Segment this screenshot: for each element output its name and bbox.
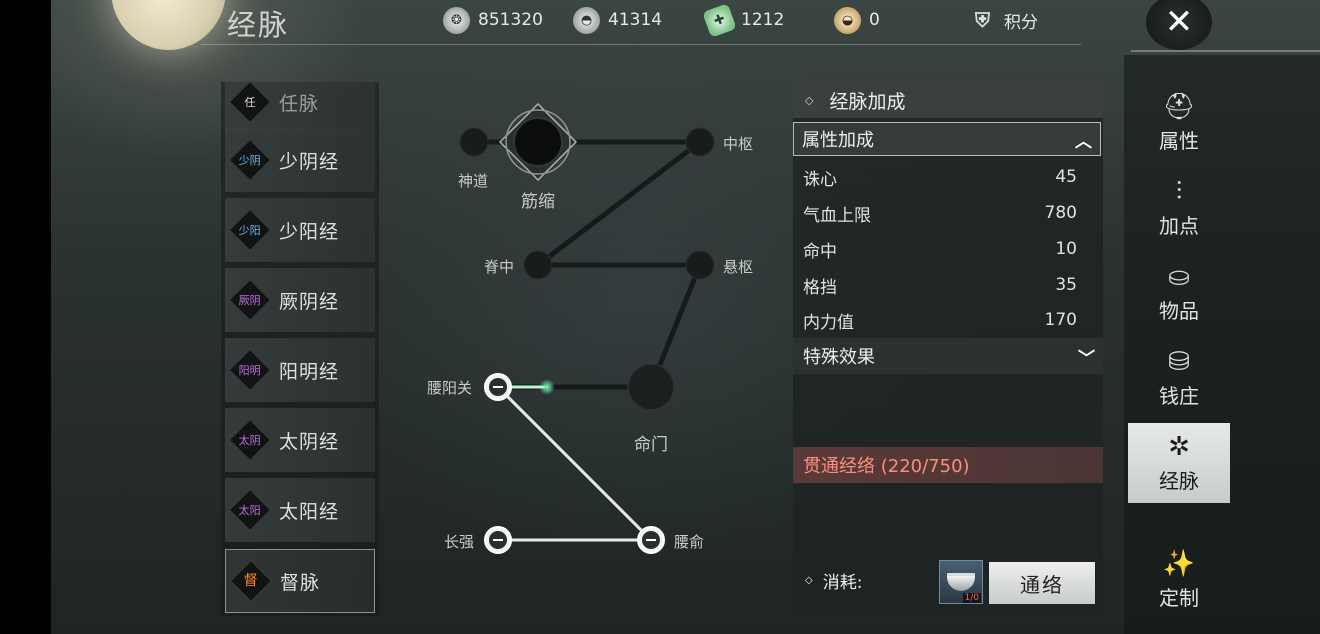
attribute-bonus-label: 属性加成	[802, 130, 874, 151]
panel-title: ◇ 经脉加成	[793, 82, 1103, 118]
meridian-bonus-panel: ◇ 经脉加成 属性加成 ︿ 诛心 45 气血上限 780 命中 10 格挡 35…	[793, 82, 1103, 616]
node-mingmen	[627, 363, 675, 411]
stat-row: 气血上限 780	[793, 195, 1103, 231]
node-yaoyangguan	[484, 373, 512, 401]
stat-value: 170	[1044, 310, 1077, 330]
stat-row: 诛心 45	[793, 159, 1103, 195]
meridian-icon: ✲	[1168, 431, 1190, 462]
stat-name: 气血上限	[803, 205, 871, 226]
sidebar-item-label: 加点	[1159, 213, 1199, 238]
stat-value: 35	[1055, 275, 1077, 295]
active-links	[496, 385, 653, 542]
node-label-changqiang[interactable]: 长强	[444, 531, 474, 552]
game-screen: 经脉 ❂ 851320 ◓ 41314 ✚ 1212 ◒ 0 ⛨ 积分 ✕ 任 …	[51, 0, 1320, 634]
stat-name: 格挡	[803, 277, 837, 298]
attribute-bonus-header[interactable]: 属性加成 ︿	[793, 122, 1101, 156]
node-changqiang	[484, 526, 512, 554]
diamond-icon: ◇	[805, 575, 813, 586]
special-effect-header[interactable]: 特殊效果 ﹀	[793, 338, 1103, 374]
cost-quantity: 1/0	[962, 593, 981, 603]
sidebar-item-points[interactable]: ⫶ 加点	[1128, 168, 1230, 248]
bag-icon: ⛀	[1168, 261, 1190, 292]
stat-row: 命中 10	[793, 231, 1103, 267]
sidebar-item-attributes[interactable]: ⛑ 属性	[1128, 83, 1230, 163]
node-shendao	[459, 127, 489, 157]
sidebar-item-bank[interactable]: ⛁ 钱庄	[1128, 338, 1230, 418]
sidebar-item-meridian[interactable]: ✲ 经脉	[1128, 423, 1230, 503]
progress-glow	[539, 379, 555, 395]
node-label-xuanshu[interactable]: 悬枢	[723, 256, 753, 277]
sidebar-item-label: 钱庄	[1159, 383, 1199, 408]
bowl-item-icon	[947, 573, 975, 591]
cost-item-slot[interactable]: 1/0	[939, 560, 983, 604]
diamond-icon: ◇	[805, 93, 814, 107]
chevron-up-icon: ︿	[1075, 131, 1092, 152]
stat-row: 内力值 170	[793, 302, 1103, 338]
sliders-icon: ⫶	[1175, 176, 1183, 207]
stat-name: 命中	[803, 241, 837, 262]
node-label-yaoyangguan[interactable]: 腰阳关	[427, 377, 472, 398]
special-effect-label: 特殊效果	[803, 347, 875, 368]
node-xuanshu	[685, 250, 715, 280]
sidebar-item-custom[interactable]: ✨ 定制	[1128, 540, 1230, 620]
stat-name: 内力值	[803, 312, 854, 333]
hat-icon: ⛑	[1162, 91, 1196, 122]
node-yaoshu	[637, 526, 665, 554]
node-label-yaoshu[interactable]: 腰俞	[674, 531, 704, 552]
node-jizhong	[523, 250, 553, 280]
node-label-shendao[interactable]: 神道	[458, 170, 488, 191]
node-label-jizhong[interactable]: 脊中	[484, 256, 514, 277]
node-label-jinsuo[interactable]: 筋缩	[521, 187, 555, 212]
stat-row: 格挡 35	[793, 267, 1103, 303]
node-label-mingmen[interactable]: 命门	[634, 430, 668, 455]
stat-value: 780	[1044, 203, 1077, 223]
node-label-zhongshu[interactable]: 中枢	[723, 133, 753, 154]
panel-title-text: 经脉加成	[829, 90, 906, 113]
sidebar-item-label: 属性	[1159, 128, 1199, 153]
sidebar-item-label: 经脉	[1159, 468, 1199, 493]
sidebar-item-items[interactable]: ⛀ 物品	[1128, 253, 1230, 333]
chevron-down-icon: ﹀	[1078, 348, 1095, 369]
right-sidebar: ⛑ 属性 ⫶ 加点 ⛀ 物品 ⛁ 钱庄 ✲ 经脉 ✨ 定制	[1124, 55, 1320, 634]
stat-value: 45	[1055, 167, 1077, 187]
tongluo-button[interactable]: 通络	[989, 562, 1095, 604]
magic-wand-icon: ✨	[1162, 548, 1196, 579]
sidebar-item-label: 定制	[1159, 585, 1199, 610]
cost-label: 消耗:	[822, 573, 863, 593]
sidebar-item-label: 物品	[1159, 298, 1199, 323]
money-bag-icon: ⛁	[1168, 346, 1190, 377]
meridian-progress: 贯通经络 (220/750)	[793, 447, 1103, 483]
node-jinsuo	[498, 102, 578, 182]
cost-row: ◇ 消耗:	[805, 568, 862, 593]
stat-value: 10	[1055, 239, 1077, 259]
node-zhongshu	[685, 127, 715, 157]
stat-name: 诛心	[803, 169, 837, 190]
